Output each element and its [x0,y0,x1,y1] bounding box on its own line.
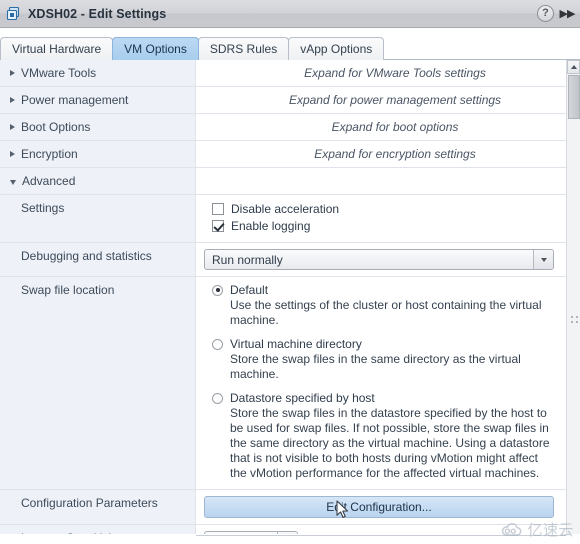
section-label-boot-options: Boot Options [21,120,91,134]
radio-option-datastore-host[interactable]: Datastore specified by host Store the sw… [212,391,556,481]
debugging-dropdown-value: Run normally [212,252,283,267]
chevron-right-icon [10,70,15,76]
latency-control-cell: Normal i [196,525,566,534]
radio-label-vm-directory: Virtual machine directory [230,337,362,351]
section-hint-cell-boot-options: Expand for boot options [196,114,566,140]
section-header-advanced[interactable]: Advanced [0,168,196,194]
row-swap-file-location: Swap file location Default Use the setti… [0,277,566,490]
vertical-scrollbar[interactable] [566,60,580,534]
latency-dropdown[interactable]: Normal [204,531,298,534]
settings-panel: VMware Tools Expand for VMware Tools set… [0,60,580,534]
row-debugging-statistics: Debugging and statistics Run normally [0,243,566,277]
latency-label-cell: Latency Sensitivity [0,525,196,534]
edit-settings-dialog: XDSH02 - Edit Settings ? ▶▶ Virtual Hard… [0,0,580,544]
debugging-dropdown[interactable]: Run normally [204,249,554,270]
resize-grip-icon[interactable] [571,316,578,323]
chevron-down-icon[interactable] [533,250,553,269]
checkbox-icon-unchecked[interactable] [212,203,224,215]
checkbox-icon-checked[interactable] [212,220,224,232]
debugging-control-cell: Run normally [196,243,566,276]
maximize-icon[interactable]: ▶▶ [558,5,576,23]
latency-dropdown-value: Normal [205,532,277,534]
scrollbar-thumb[interactable] [568,75,580,119]
radio-desc-vm-directory: Store the swap files in the same directo… [230,352,521,381]
row-power-management[interactable]: Power management Expand for power manage… [0,87,566,114]
section-label-vmware-tools: VMware Tools [21,66,97,80]
section-header-vmware-tools[interactable]: VMware Tools [0,60,196,86]
row-encryption[interactable]: Encryption Expand for encryption setting… [0,141,566,168]
radio-icon-unselected[interactable] [212,338,223,350]
radio-label-default: Default [230,283,269,297]
page-title: XDSH02 - Edit Settings [28,6,167,21]
config-params-label-cell: Configuration Parameters [0,490,196,524]
checkbox-label-disable-acceleration: Disable acceleration [231,202,340,216]
settings-checkbox-cell: Disable acceleration Enable logging [196,195,566,242]
section-hint-cell-power-management: Expand for power management settings [196,87,566,113]
section-hint-vmware-tools: Expand for VMware Tools settings [304,66,486,80]
tab-vapp-options[interactable]: vApp Options [288,37,385,60]
section-label-power-management: Power management [21,93,129,107]
debugging-label-cell: Debugging and statistics [0,243,196,276]
checkbox-disable-acceleration[interactable]: Disable acceleration [212,202,556,216]
chevron-down-icon[interactable] [277,532,297,534]
swap-radio-group: Default Use the settings of the cluster … [212,283,556,481]
row-settings: Settings Disable acceleration Enable log… [0,195,566,243]
virtual-machine-icon [6,6,21,21]
radio-icon-unselected[interactable] [212,392,223,404]
latency-sensitivity-label: Latency Sensitivity [10,531,120,534]
radio-desc-default: Use the settings of the cluster or host … [230,298,542,327]
radio-option-vm-directory[interactable]: Virtual machine directory Store the swap… [212,337,556,382]
tab-sdrs-rules[interactable]: SDRS Rules [197,37,290,60]
footer-divider [196,535,566,536]
settings-label: Settings [21,201,65,215]
scroll-up-arrow-icon[interactable] [567,60,580,74]
row-latency-sensitivity: Latency Sensitivity Normal i [0,525,566,534]
row-boot-options[interactable]: Boot Options Expand for boot options [0,114,566,141]
radio-label-datastore-host: Datastore specified by host [230,391,375,405]
checkbox-enable-logging[interactable]: Enable logging [212,219,556,233]
row-configuration-parameters: Configuration Parameters Edit Configurat… [0,490,566,525]
tab-vm-options[interactable]: VM Options [112,37,199,60]
checkbox-label-enable-logging: Enable logging [231,219,311,233]
swap-options-cell: Default Use the settings of the cluster … [196,277,566,489]
chevron-right-icon [10,151,15,157]
section-hint-cell-advanced [196,168,566,194]
section-header-boot-options[interactable]: Boot Options [0,114,196,140]
config-params-control-cell: Edit Configuration... [196,490,566,524]
swap-file-location-label: Swap file location [21,283,115,297]
section-header-power-management[interactable]: Power management [0,87,196,113]
help-icon[interactable]: ? [537,5,554,22]
settings-label-cell: Settings [0,195,196,242]
tab-bar: Virtual Hardware VM Options SDRS Rules v… [0,28,580,60]
title-bar-buttons: ? ▶▶ [537,5,576,23]
chevron-right-icon [10,124,15,130]
radio-icon-selected[interactable] [212,284,223,296]
swap-label-cell: Swap file location [0,277,196,489]
tab-virtual-hardware[interactable]: Virtual Hardware [0,37,114,60]
row-vmware-tools[interactable]: VMware Tools Expand for VMware Tools set… [0,60,566,87]
settings-grid: VMware Tools Expand for VMware Tools set… [0,60,566,534]
configuration-parameters-label: Configuration Parameters [21,496,158,510]
section-hint-boot-options: Expand for boot options [331,120,459,134]
radio-option-default[interactable]: Default Use the settings of the cluster … [212,283,556,328]
section-hint-power-management: Expand for power management settings [288,93,502,107]
title-bar: XDSH02 - Edit Settings ? ▶▶ [0,0,580,28]
section-label-encryption: Encryption [21,147,78,161]
section-label-advanced: Advanced [22,174,76,188]
section-hint-encryption: Expand for encryption settings [314,147,476,161]
section-hint-cell-encryption: Expand for encryption settings [196,141,566,167]
debugging-label: Debugging and statistics [21,249,152,263]
chevron-down-icon [10,179,16,185]
row-advanced[interactable]: Advanced [0,168,566,195]
edit-configuration-button[interactable]: Edit Configuration... [204,496,554,518]
section-hint-cell-vmware-tools: Expand for VMware Tools settings [196,60,566,86]
radio-desc-datastore-host: Store the swap files in the datastore sp… [230,406,550,480]
chevron-right-icon [10,97,15,103]
section-header-encryption[interactable]: Encryption [0,141,196,167]
